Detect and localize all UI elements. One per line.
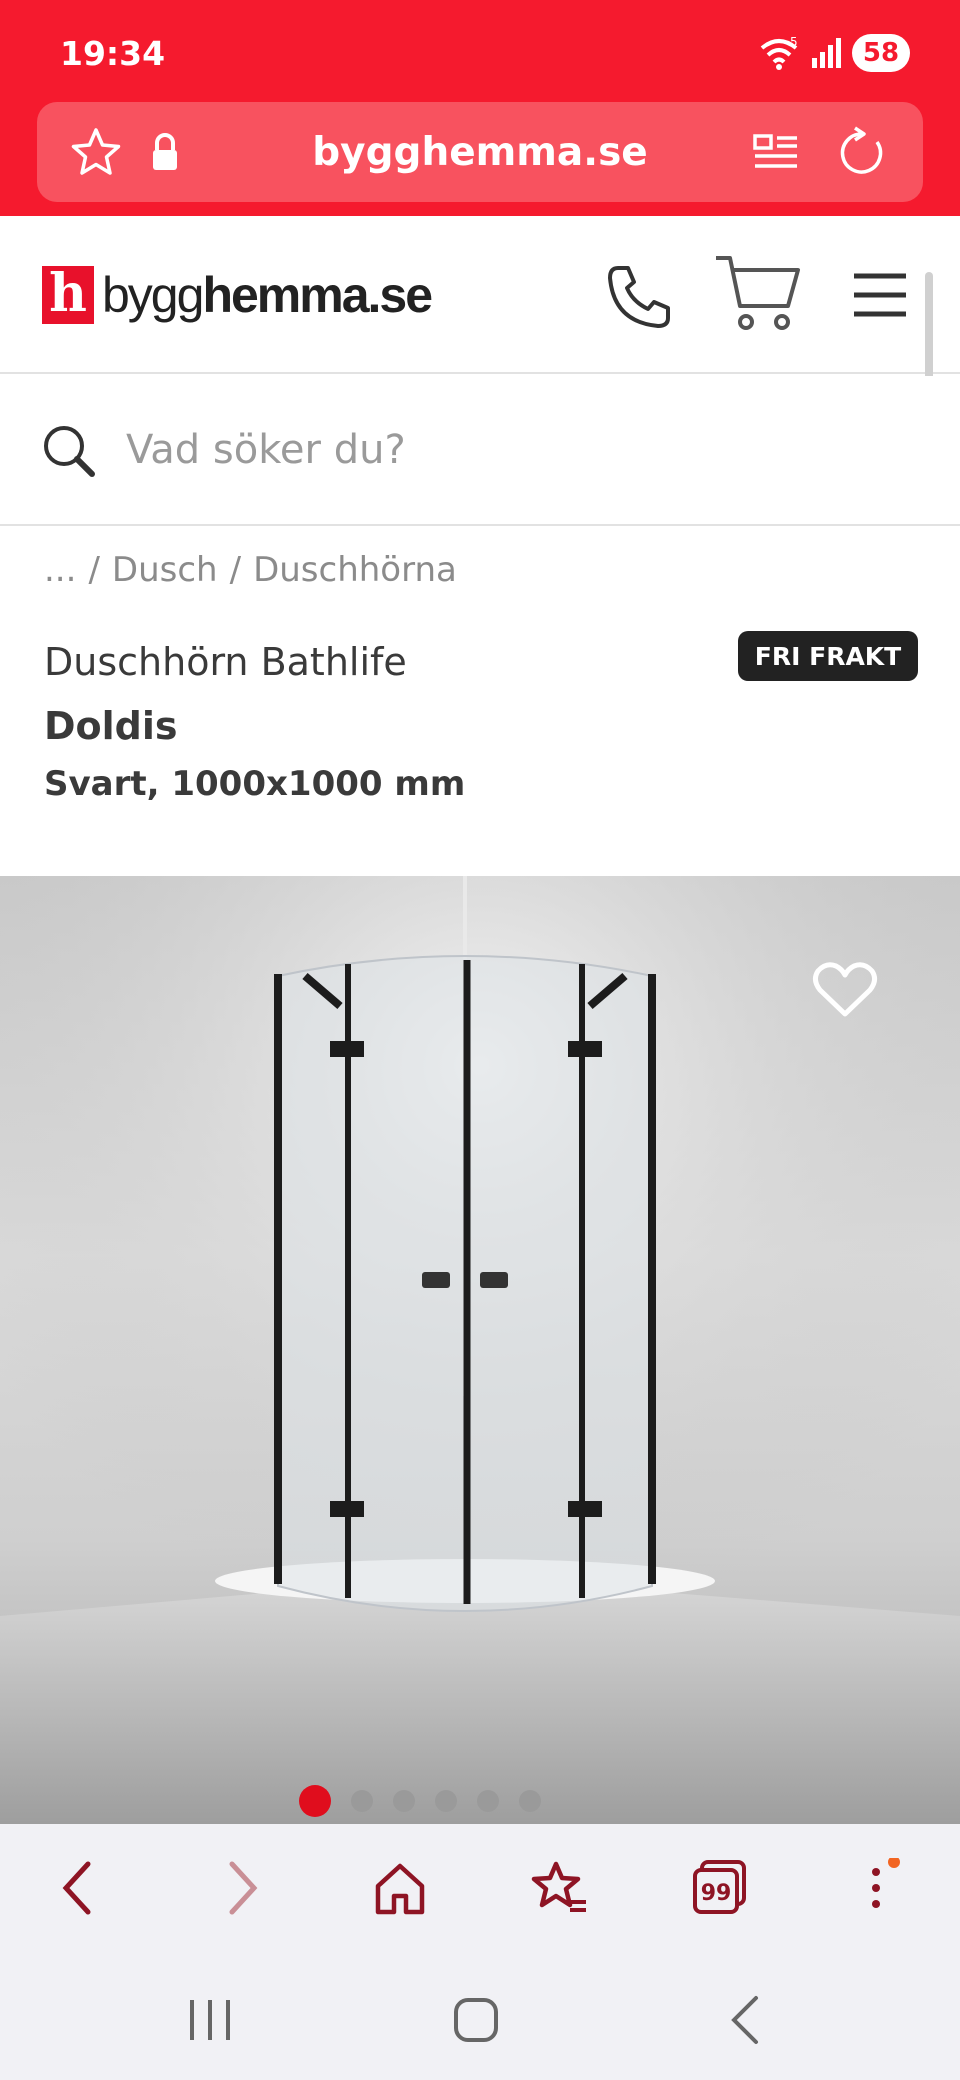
logo-mark: h [42, 266, 94, 324]
gallery-dot[interactable] [519, 1790, 541, 1812]
reload-icon[interactable] [833, 124, 891, 182]
search-input[interactable] [126, 420, 886, 480]
bookmarks-button[interactable] [524, 1852, 596, 1924]
tabs-button[interactable]: 99 [684, 1852, 756, 1924]
gallery-dot[interactable] [351, 1790, 373, 1812]
search-icon [44, 426, 95, 477]
back-nav-icon[interactable] [716, 1990, 776, 2050]
site-header: h bygghemma.se [0, 216, 960, 374]
gallery-pagination [0, 1785, 960, 1817]
back-button[interactable] [42, 1852, 114, 1924]
gallery-dot-active[interactable] [299, 1785, 331, 1817]
gallery-dot[interactable] [393, 1790, 415, 1812]
battery-indicator: 58 [852, 34, 910, 72]
breadcrumb-dusch[interactable]: Dusch [112, 550, 218, 590]
signal-icon [812, 38, 841, 68]
home-nav-icon[interactable] [446, 1990, 506, 2050]
home-button[interactable] [364, 1852, 436, 1924]
product-variant: Svart, 1000x1000 mm [44, 764, 466, 804]
browser-bottom-toolbar: 99 [0, 1824, 960, 1954]
phone-icon[interactable] [604, 262, 674, 332]
tabs-icon: 99 [693, 1860, 746, 1914]
menu-icon[interactable] [850, 270, 910, 320]
search-row [0, 376, 960, 526]
more-menu-button[interactable] [844, 1852, 916, 1924]
status-time: 19:34 [60, 34, 166, 73]
home-icon [375, 1863, 425, 1915]
svg-text:99: 99 [701, 1881, 732, 1906]
bookmarks-star-icon [531, 1861, 586, 1912]
breadcrumb-separator: / [229, 550, 242, 590]
logo-text: bygghemma.se [102, 267, 433, 323]
chevron-right-icon [229, 1861, 258, 1915]
chevron-left-icon [62, 1861, 91, 1915]
breadcrumb-ellipsis[interactable]: ... [44, 550, 76, 590]
cart-icon[interactable] [712, 250, 802, 336]
site-logo[interactable]: h bygghemma.se [42, 266, 433, 324]
breadcrumb-separator: / [88, 550, 100, 590]
product-brand-line: Duschhörn Bathlife [44, 640, 407, 684]
browser-address-area: bygghemma.se [0, 100, 960, 216]
forward-button[interactable] [206, 1852, 278, 1924]
address-bar[interactable]: bygghemma.se [37, 102, 923, 202]
status-bar: 19:34 5 58 [0, 0, 960, 100]
wifi-icon: 5 [760, 36, 798, 70]
gallery-dot[interactable] [435, 1790, 457, 1812]
reader-mode-icon[interactable] [747, 124, 805, 182]
gallery-dot[interactable] [477, 1790, 499, 1812]
system-navigation-bar [0, 1954, 960, 2080]
notification-dot-icon [888, 1858, 900, 1868]
recent-apps-icon[interactable] [180, 1990, 240, 2050]
breadcrumb-duschhorna[interactable]: Duschhörna [253, 550, 457, 590]
svg-text:5: 5 [790, 36, 798, 49]
free-shipping-badge: FRI FRAKT [738, 631, 918, 681]
product-name: Doldis [44, 704, 178, 748]
wishlist-heart-icon[interactable] [812, 960, 878, 1020]
status-icons: 5 58 [758, 34, 910, 72]
more-vertical-icon [872, 1858, 900, 1908]
breadcrumb: ... / Dusch / Duschhörna [44, 550, 457, 590]
